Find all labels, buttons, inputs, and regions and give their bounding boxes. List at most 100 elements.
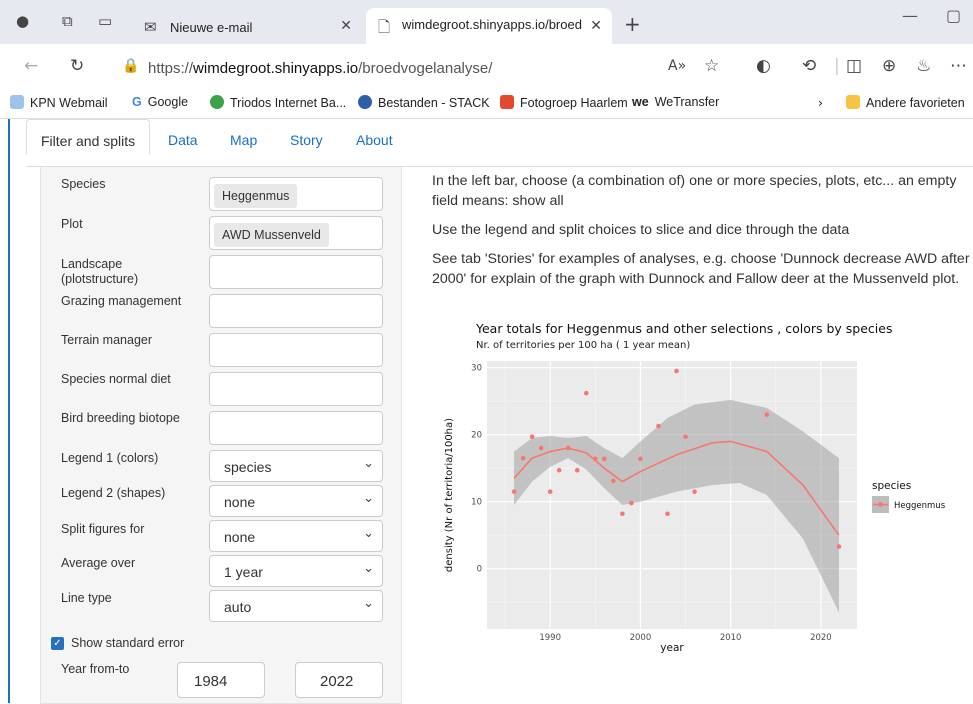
favorite-label: KPN Webmail xyxy=(30,96,108,110)
tab-actions-icon[interactable]: ▭ xyxy=(98,12,112,30)
species-input[interactable]: Heggenmus xyxy=(209,177,383,211)
year-from-input[interactable]: 1984 xyxy=(177,662,265,698)
favorite-fotogroep[interactable]: Fotogroep Haarlem xyxy=(500,95,628,110)
filter-sidebar: Species Heggenmus Plot AWD Mussenveld La… xyxy=(40,167,402,704)
data-point xyxy=(511,489,517,494)
other-favorites-folder[interactable]: Andere favorieten xyxy=(846,95,965,110)
close-tab-icon[interactable]: ✕ xyxy=(340,18,352,34)
favorite-triodos[interactable]: Triodos Internet Ba... xyxy=(210,95,346,110)
favorite-stack[interactable]: Bestanden - STACK xyxy=(358,95,490,110)
y-tick-label: 0 xyxy=(477,565,482,575)
split-screen-icon[interactable]: ◫ xyxy=(846,56,862,76)
x-tick-label: 2010 xyxy=(720,633,742,643)
split-select[interactable]: none ⌄ xyxy=(209,520,383,552)
plot-input[interactable]: AWD Mussenveld xyxy=(209,216,383,250)
folder-icon xyxy=(846,95,860,109)
data-point xyxy=(592,456,598,462)
extension-icon[interactable]: ◐ xyxy=(756,56,771,76)
favorites-overflow-icon[interactable]: › xyxy=(818,95,823,110)
refresh-icon[interactable]: ↻ xyxy=(70,56,84,76)
tab-filter-and-splits[interactable]: Filter and splits xyxy=(26,119,151,155)
y-tick-label: 20 xyxy=(471,431,482,441)
chevron-down-icon: ⌄ xyxy=(363,526,374,541)
intro-paragraph-3: See tab 'Stories' for examples of analys… xyxy=(432,251,970,287)
google-icon: G xyxy=(132,95,142,109)
y-axis-title: density (Nr of territoria/100ha) xyxy=(444,418,455,572)
tab-about[interactable]: About xyxy=(356,119,393,155)
density-chart: Year totals for Heggenmus and other sele… xyxy=(444,321,946,654)
biotope-label: Bird breeding biotope xyxy=(61,411,180,425)
grazing-label: Grazing management xyxy=(61,294,182,308)
url-path: /broedvogelanalyse/ xyxy=(358,60,493,77)
chart-title: Year totals for Heggenmus and other sele… xyxy=(475,321,892,336)
workspaces-icon[interactable]: ⧉ xyxy=(62,12,73,30)
favorite-star-icon[interactable]: ☆ xyxy=(704,56,719,76)
y-tick-label: 10 xyxy=(471,498,482,508)
new-tab-icon[interactable]: + xyxy=(624,12,641,36)
favorite-kpn[interactable]: KPN Webmail xyxy=(10,95,108,110)
data-point xyxy=(565,445,571,451)
browser-tab-email[interactable]: ✉ Nieuwe e-mail ✕ xyxy=(134,11,362,41)
landscape-input[interactable] xyxy=(209,255,383,289)
tab-map[interactable]: Map xyxy=(230,119,257,155)
profile-icon[interactable]: ● xyxy=(16,12,29,30)
maximize-icon[interactable]: ▢ xyxy=(946,6,961,25)
chevron-down-icon: ⌄ xyxy=(363,456,374,471)
browser-tabstrip: ● ⧉ ▭ ✉ Nieuwe e-mail ✕ 🗋 wimdegroot.shi… xyxy=(0,0,973,44)
average-value: 1 year xyxy=(224,564,263,580)
browser-tab-title: Nieuwe e-mail xyxy=(170,20,253,35)
average-select[interactable]: 1 year ⌄ xyxy=(209,555,383,587)
favorite-label: WeTransfer xyxy=(654,95,720,109)
minimize-icon[interactable]: — xyxy=(902,6,918,25)
read-aloud-icon[interactable]: A» xyxy=(668,58,686,74)
data-point xyxy=(836,544,842,549)
data-point xyxy=(520,455,526,461)
species-chip[interactable]: Heggenmus xyxy=(214,184,298,208)
collections-icon[interactable]: ⊕ xyxy=(882,56,896,76)
data-point xyxy=(583,390,589,396)
tab-story[interactable]: Story xyxy=(290,119,323,155)
url-field[interactable]: https://wimdegroot.shinyapps.io/broedvog… xyxy=(148,60,492,77)
diet-input[interactable] xyxy=(209,372,383,406)
data-point xyxy=(547,489,553,494)
data-point xyxy=(638,456,643,462)
data-point xyxy=(620,511,625,517)
data-point xyxy=(665,511,670,517)
chevron-down-icon: ⌄ xyxy=(363,596,374,611)
legend2-value: none xyxy=(224,494,256,510)
biotope-input[interactable] xyxy=(209,411,383,445)
fotogroep-icon xyxy=(500,95,514,109)
data-point xyxy=(602,456,607,462)
lock-icon[interactable]: 🔒 xyxy=(122,58,139,74)
browser-tab-active[interactable]: 🗋 wimdegroot.shinyapps.io/broedv ✕ xyxy=(366,8,612,44)
back-icon[interactable]: ← xyxy=(24,56,38,76)
favorite-wetransfer[interactable]: we WeTransfer xyxy=(632,95,719,109)
stderr-label: Show standard error xyxy=(71,636,185,650)
address-bar: ← ↻ 🔒 https://wimdegroot.shinyapps.io/br… xyxy=(0,44,973,88)
x-axis-title: year xyxy=(660,642,684,654)
grazing-input[interactable] xyxy=(209,294,383,328)
more-menu-icon[interactable]: ⋯ xyxy=(950,56,967,76)
data-point xyxy=(692,489,697,494)
copilot-icon[interactable]: ♨ xyxy=(916,56,931,76)
legend1-select[interactable]: species ⌄ xyxy=(209,450,383,482)
diet-label: Species normal diet xyxy=(61,372,171,386)
linetype-select[interactable]: auto ⌄ xyxy=(209,590,383,622)
extensions-puzzle-icon[interactable]: ⟲ xyxy=(802,56,816,76)
terrain-input[interactable] xyxy=(209,333,383,367)
favorite-google[interactable]: G Google xyxy=(132,95,188,109)
folder-label: Andere favorieten xyxy=(866,96,965,110)
plot-chip[interactable]: AWD Mussenveld xyxy=(214,223,329,247)
close-tab-icon[interactable]: ✕ xyxy=(590,18,602,34)
landscape-label: Landscape (plotstructure) xyxy=(61,257,138,287)
stderr-checkbox[interactable]: ✓ xyxy=(51,637,64,650)
split-label: Split figures for xyxy=(61,522,145,536)
legend-label: Heggenmus xyxy=(894,501,946,511)
chevron-down-icon: ⌄ xyxy=(363,561,374,576)
tab-data[interactable]: Data xyxy=(168,119,198,155)
legend2-select[interactable]: none ⌄ xyxy=(209,485,383,517)
data-point xyxy=(529,434,535,440)
intro-paragraph-2: Use the legend and split choices to slic… xyxy=(432,222,850,238)
page-content: Filter and splits Data Map Story About S… xyxy=(8,119,973,704)
year-to-input[interactable]: 2022 xyxy=(295,662,383,698)
